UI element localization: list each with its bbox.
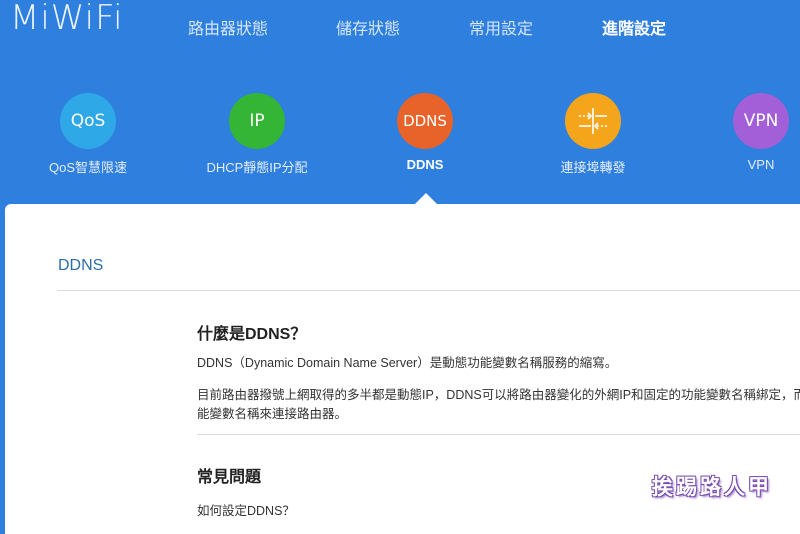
feature-port-forwarding[interactable]: 連接埠轉發 [523,93,663,176]
what-is-ddns-heading: 什麼是DDNS？ [197,326,307,343]
feature-ddns[interactable]: DDNS DDNS [355,93,495,172]
panel-title: DDNS [58,257,104,274]
feature-vpn-label: VPN [747,157,775,172]
feature-vpn[interactable]: VPN VPN [691,93,800,172]
ddns-icon: DDNS [397,93,453,149]
what-is-ddns-paragraph-2: 目前路由器撥號上網取得的多半都是動態IP，DDNS可以將路由器變化的外網IP和固… [197,386,800,424]
feature-ddns-label: DDNS [406,157,444,172]
qos-icon: QoS [60,93,116,149]
miwifi-logo: MiWiFi [10,0,124,38]
nav-advanced-settings[interactable]: 進階設定 [602,15,666,39]
faq-question-1[interactable]: 如何設定DDNS？ [197,502,295,521]
top-navigation-bar: MiWiFi 路由器狀態 儲存狀態 常用設定 進階設定 [0,0,800,60]
vpn-icon: VPN [733,93,789,149]
port-forwarding-icon [565,93,621,149]
paragraph-2-line-1: 目前路由器撥號上網取得的多半都是動態IP，DDNS可以將路由器變化的外網IP和固… [197,388,800,402]
feature-dhcp-static-ip-label: DHCP靜態IP分配 [206,160,308,175]
what-is-ddns-paragraph-1: DDNS（Dynamic Domain Name Server）是動態功能變數名… [197,356,618,370]
watermark-text: 挨踢路人甲 [652,474,772,499]
nav-storage-status[interactable]: 儲存狀態 [336,15,400,39]
feature-dhcp-static-ip[interactable]: IP DHCP靜態IP分配 [187,93,327,176]
paragraph-2-line-2: 能變數名稱來連接路由器。 [197,407,348,421]
feature-qos-label: QoS智慧限速 [48,160,127,175]
feature-port-forwarding-label: 連接埠轉發 [560,160,626,175]
active-feature-pointer [415,193,437,204]
section-divider [197,434,800,435]
ip-icon: IP [229,93,285,149]
faq-heading: 常見問題 [197,469,262,486]
nav-router-status[interactable]: 路由器狀態 [188,15,268,39]
nav-common-settings[interactable]: 常用設定 [469,15,533,39]
panel-divider [57,290,800,291]
feature-qos[interactable]: QoS QoS智慧限速 [18,93,158,176]
